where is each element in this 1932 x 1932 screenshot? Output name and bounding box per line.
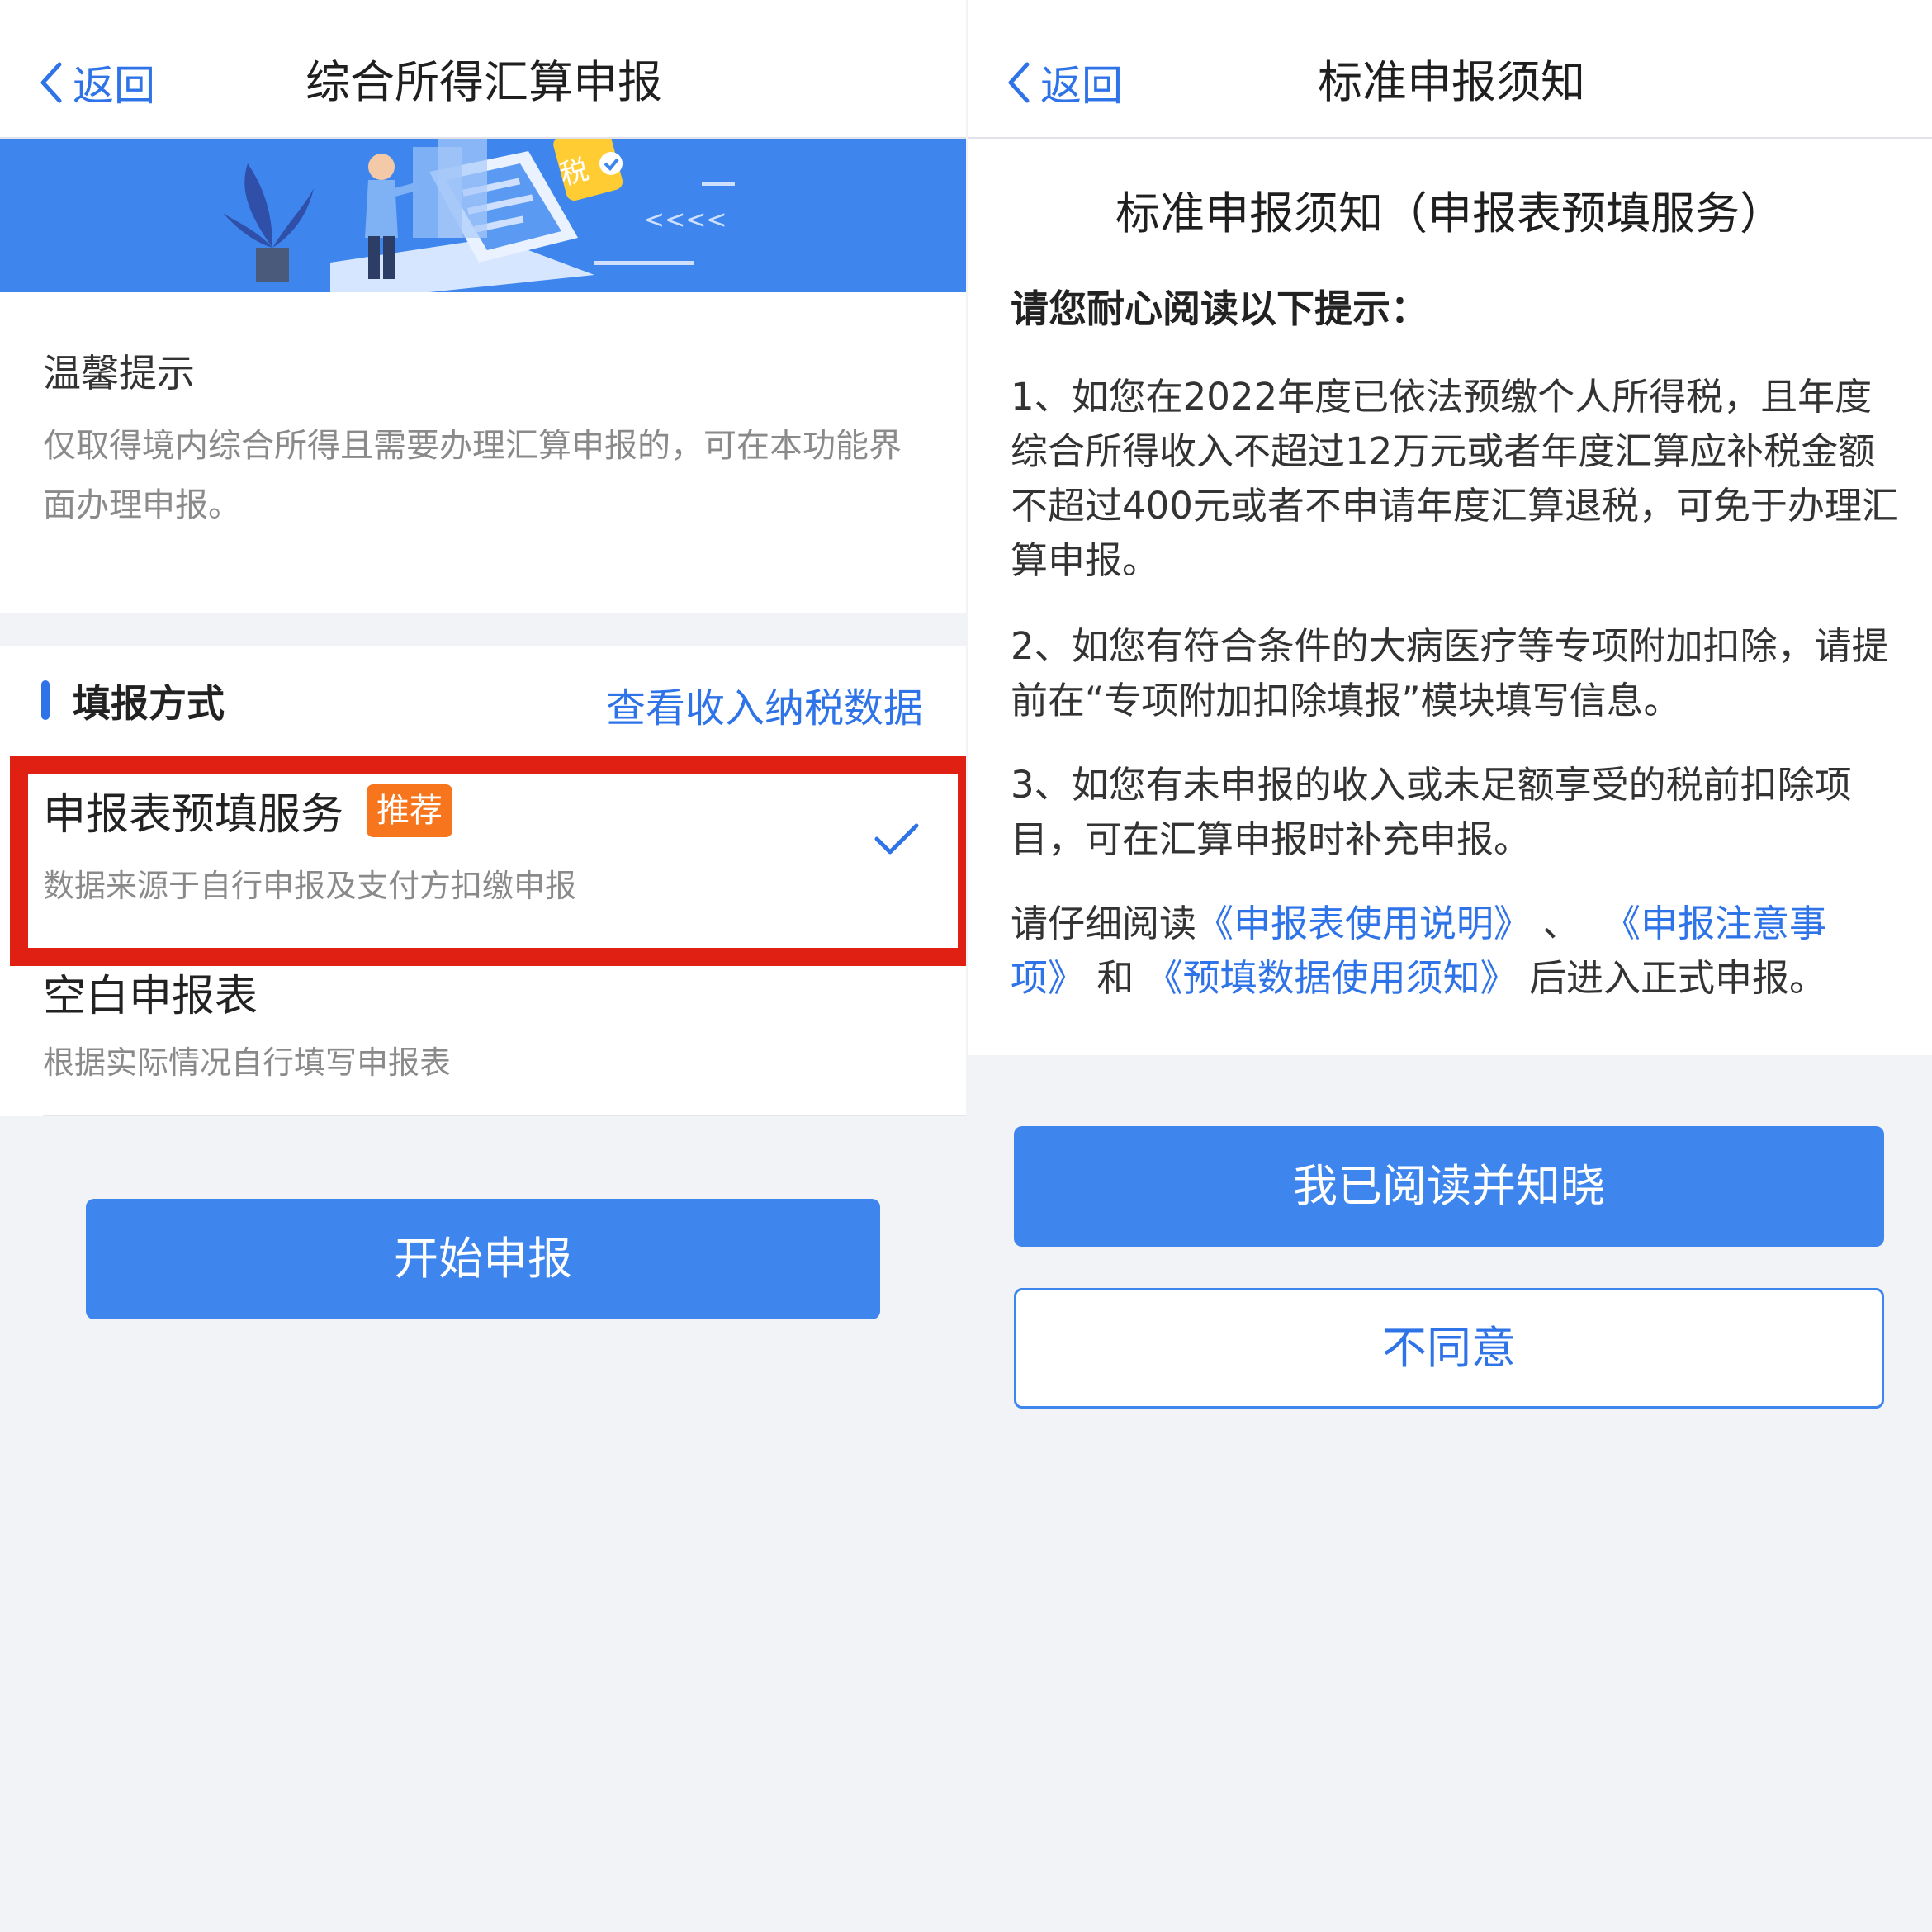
chevron-left-icon <box>40 62 62 103</box>
prefill-data-notice-link[interactable]: 《预填数据使用须知》 <box>1146 956 1518 1000</box>
tips-text: 仅取得境内综合所得且需要办理汇算申报的，可在本功能界面办理申报。 <box>43 427 902 524</box>
notice-item-1: 1、如您在2022年度已依法预缴个人所得税，且年度综合所得收入不超过12万元或者… <box>1011 375 1899 582</box>
read-notice-and: 和 <box>1096 956 1134 1000</box>
read-notice-separator: 、 <box>1542 902 1580 945</box>
acknowledge-button[interactable]: 我已阅读并知晓 <box>1014 1126 1884 1247</box>
tips-section: 温馨提示 仅取得境内综合所得且需要办理汇算申报的，可在本功能界面办理申报。 <box>0 292 966 613</box>
notice-content: 标准申报须知（申报表预填服务） 请您耐心阅读以下提示： 1、如您在2022年度已… <box>968 139 1932 1055</box>
highlight-frame <box>10 756 966 966</box>
notice-item-3: 3、如您有未申报的收入或未足额享受的税前扣除项目，可在汇算申报时补充申报。 <box>1011 763 1852 861</box>
read-notice-suffix: 后进入正式申报。 <box>1528 956 1826 1000</box>
back-button[interactable]: 返回 <box>36 51 155 114</box>
tips-title: 温馨提示 <box>43 351 195 395</box>
read-documents-notice: 请仔细阅读《申报表使用说明》 、 《申报注意事项》 和 《预填数据使用须知》 后… <box>1011 897 1902 1006</box>
tax-settlement-screen: 返回 综合所得汇算申报 税 <<<< 温馨提示 仅取得境内综合所得且需要办理汇算… <box>0 0 966 1932</box>
option-subtitle: 根据实际情况自行填写申报表 <box>43 1044 452 1081</box>
disagree-button[interactable]: 不同意 <box>1014 1288 1884 1409</box>
option-blank-title-row: 空白申报表 <box>43 961 258 1023</box>
navigation-bar: 返回 综合所得汇算申报 <box>0 0 966 139</box>
option-title: 空白申报表 <box>43 972 258 1021</box>
fill-method-section: 填报方式 查看收入纳税数据 申报表预填服务 推荐 数据来源于自行申报及支付方扣缴… <box>0 646 966 1116</box>
read-notice-prefix: 请仔细阅读 <box>1011 902 1197 945</box>
banner-arrows: <<<< <box>644 206 727 234</box>
section-title: 填报方式 <box>73 681 225 726</box>
start-filing-button[interactable]: 开始申报 <box>86 1199 880 1319</box>
back-button[interactable]: 返回 <box>1004 51 1123 114</box>
back-label: 返回 <box>1040 62 1123 110</box>
navigation-bar: 返回 标准申报须知 <box>968 0 1932 139</box>
banner-artwork: 税 <<<< <box>0 139 966 292</box>
page-title: 标准申报须知 <box>1318 56 1585 108</box>
notice-heading: 标准申报须知（申报表预填服务） <box>1115 187 1784 239</box>
divider <box>43 1115 966 1116</box>
standard-filing-notice-screen: 返回 标准申报须知 标准申报须知（申报表预填服务） 请您耐心阅读以下提示： 1、… <box>968 0 1932 1932</box>
chevron-left-icon <box>1008 62 1030 103</box>
form-instructions-link[interactable]: 《申报表使用说明》 <box>1196 902 1531 945</box>
banner-illustration: 税 <<<< <box>0 139 966 292</box>
page-title: 综合所得汇算申报 <box>305 56 662 108</box>
notice-intro: 请您耐心阅读以下提示： <box>1011 286 1428 331</box>
back-label: 返回 <box>73 62 155 110</box>
view-income-tax-data-link[interactable]: 查看收入纳税数据 <box>606 675 923 733</box>
notice-item-2: 2、如您有符合条件的大病医疗等专项附加扣除，请提前在“专项附加扣除填报”模块填写… <box>1011 624 1889 722</box>
option-blank-form[interactable]: 空白申报表 根据实际情况自行填写申报表 <box>0 961 966 1116</box>
section-accent-bar <box>41 680 50 720</box>
